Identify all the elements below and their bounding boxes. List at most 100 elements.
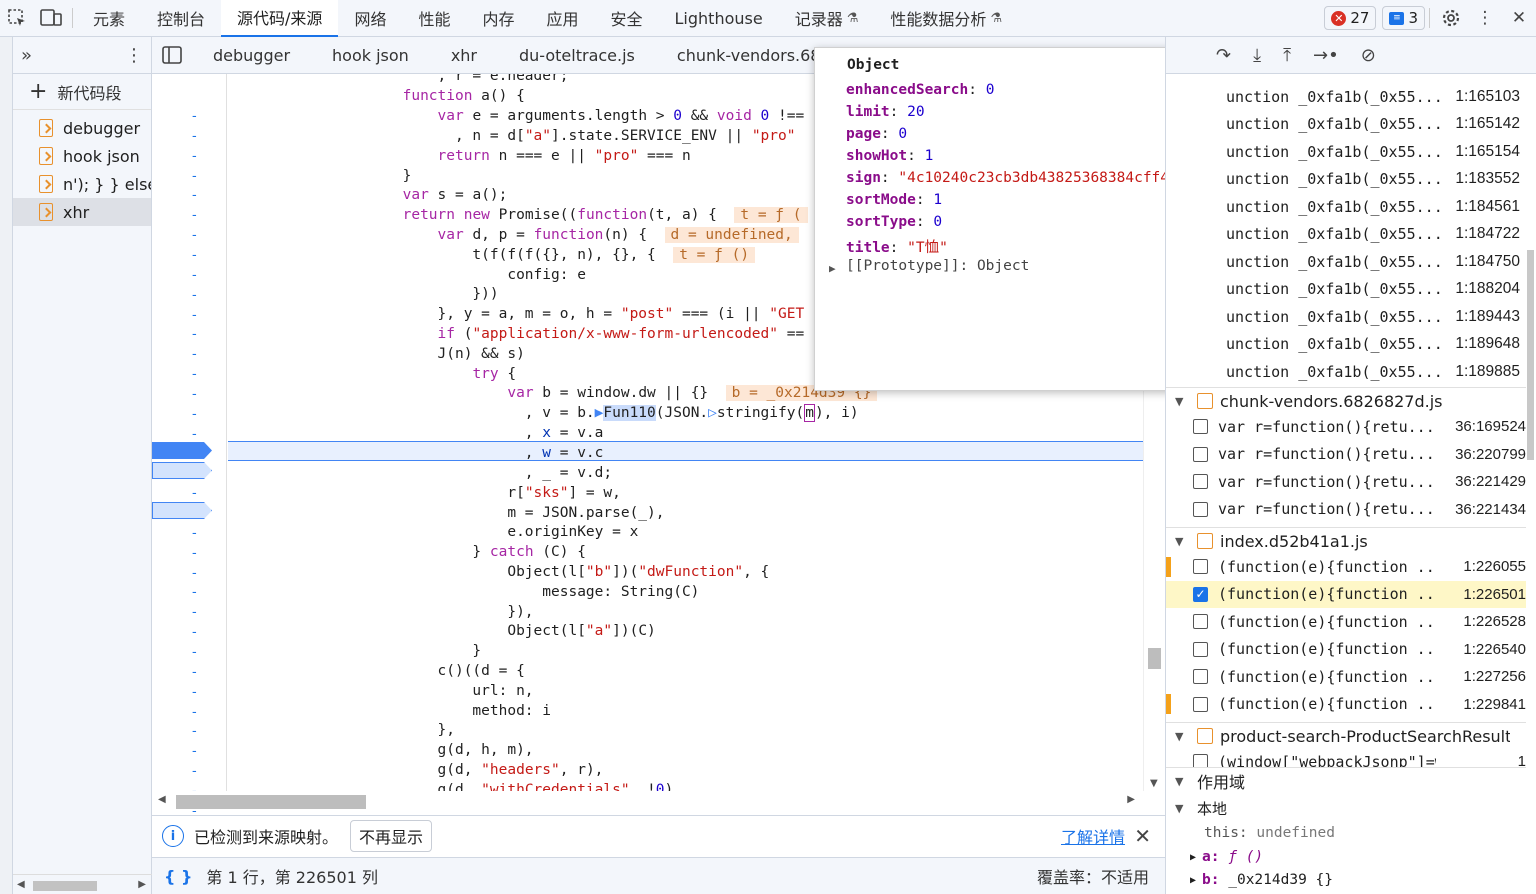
error-count-badge[interactable]: ✕ 27: [1324, 6, 1377, 30]
popover-property[interactable]: enhancedSearch: 0: [846, 82, 994, 98]
scroll-left-icon[interactable]: ◀: [17, 879, 25, 890]
close-icon[interactable]: ✕: [1134, 824, 1151, 848]
gutter-line-marker[interactable]: -: [192, 605, 202, 620]
step-icon[interactable]: →•: [1313, 45, 1339, 66]
call-frame[interactable]: unction _0xfa1b(_0x55... 1:184722: [1226, 221, 1520, 248]
breakpoint-item[interactable]: var r=function(){retu... 36:220799: [1166, 441, 1526, 468]
breakpoint-marker[interactable]: [152, 442, 212, 459]
gutter-line-marker[interactable]: -: [192, 327, 202, 342]
breakpoint-item[interactable]: var r=function(){retu... 36:221429: [1166, 468, 1526, 495]
sidebar-scrollbar[interactable]: [1524, 74, 1536, 894]
breakpoint-file-group[interactable]: ▼ index.d52b41a1.js: [1166, 527, 1526, 554]
editor-horizontal-scrollbar[interactable]: ◀ ▶: [152, 791, 1143, 811]
breakpoint-checkbox[interactable]: [1193, 669, 1208, 684]
breakpoint-item[interactable]: ✓ (function(e){function ... 1:226501: [1166, 580, 1526, 608]
tab-memory[interactable]: 内存: [466, 0, 530, 37]
gutter-line-marker[interactable]: -: [192, 288, 202, 303]
popover-property[interactable]: limit: 20: [846, 104, 925, 120]
gutter-line-marker[interactable]: -: [192, 764, 202, 779]
tab-performance[interactable]: 性能: [402, 0, 466, 37]
call-frame[interactable]: unction _0xfa1b(_0x55... 1:189648: [1226, 331, 1520, 358]
gutter-line-marker[interactable]: -: [192, 625, 202, 640]
tab-performance-insights[interactable]: 性能数据分析 ⚗: [874, 0, 1018, 37]
breakpoint-item[interactable]: (function(e){function ... 1:226528: [1166, 608, 1526, 635]
breakpoint-item[interactable]: (function(e){function ... 1:226540: [1166, 636, 1526, 663]
gutter-line-marker[interactable]: -: [192, 387, 202, 402]
breakpoint-checkbox[interactable]: [1193, 501, 1208, 517]
gutter-line-marker[interactable]: -: [192, 526, 202, 541]
gutter-line-marker[interactable]: -: [192, 645, 202, 660]
popover-property[interactable]: sortMode: 1: [846, 192, 942, 208]
gutter-line-marker[interactable]: -: [192, 208, 202, 223]
scroll-down-icon[interactable]: ▼: [1150, 778, 1158, 789]
pretty-print-icon[interactable]: { }: [164, 867, 192, 886]
scroll-right-icon[interactable]: ▶: [138, 879, 146, 890]
gutter-line-marker[interactable]: -: [192, 308, 202, 323]
close-devtools-icon[interactable]: ✕: [1502, 0, 1536, 36]
scrollbar-thumb[interactable]: [176, 795, 366, 809]
new-snippet-button[interactable]: + 新代码段: [13, 74, 151, 110]
inspect-element-icon[interactable]: [0, 0, 34, 36]
breakpoint-checkbox[interactable]: ✓: [1193, 586, 1208, 602]
tab-elements[interactable]: 元素: [77, 0, 141, 37]
breakpoint-checkbox[interactable]: [1193, 446, 1208, 462]
settings-gear-icon[interactable]: [1434, 0, 1468, 36]
popover-property[interactable]: showHot: 1: [846, 148, 933, 164]
gutter-line-marker[interactable]: -: [192, 129, 202, 144]
editor-tab[interactable]: debugger: [192, 37, 311, 73]
gutter-line-marker[interactable]: -: [192, 268, 202, 283]
tab-lighthouse[interactable]: Lighthouse: [659, 0, 779, 37]
breakpoint-marker[interactable]: [152, 502, 212, 519]
breakpoint-item[interactable]: (function(e){function ... 1:226055: [1166, 553, 1526, 580]
gutter-line-marker[interactable]: -: [192, 546, 202, 561]
call-frame[interactable]: unction _0xfa1b(_0x55... 1:165103: [1226, 83, 1520, 110]
editor-tab[interactable]: xhr: [430, 37, 498, 73]
breakpoint-marker[interactable]: [152, 462, 212, 479]
breakpoint-checkbox[interactable]: [1193, 641, 1208, 657]
snippet-item[interactable]: n'); } } else i: [13, 170, 151, 198]
gutter-line-marker[interactable]: -: [192, 427, 202, 442]
scrollbar-thumb[interactable]: [33, 881, 97, 891]
navigator-menu-icon[interactable]: ⋮: [125, 45, 143, 66]
expand-triangle-icon[interactable]: ▶: [829, 262, 836, 275]
breakpoint-file-group[interactable]: ▼ chunk-vendors.6826827d.js: [1166, 387, 1526, 414]
scrollbar-thumb[interactable]: [1148, 648, 1161, 669]
call-frame[interactable]: unction _0xfa1b(_0x55... 1:184750: [1226, 248, 1520, 275]
scrollbar-thumb[interactable]: [1527, 250, 1534, 460]
gutter-line-marker[interactable]: -: [192, 724, 202, 739]
gutter-line-marker[interactable]: -: [192, 665, 202, 680]
scroll-left-icon[interactable]: ◀: [158, 794, 166, 805]
scope-local-header[interactable]: ▼ 本地: [1166, 796, 1526, 820]
call-frame[interactable]: unction _0xfa1b(_0x55... 1:165154: [1226, 138, 1520, 165]
breakpoint-checkbox[interactable]: [1193, 419, 1208, 434]
dont-show-again-button[interactable]: 不再显示: [350, 820, 433, 852]
editor-tab[interactable]: du-oteltrace.js: [498, 37, 656, 73]
call-frame[interactable]: unction _0xfa1b(_0x55... 1:189885: [1226, 358, 1520, 385]
learn-more-link[interactable]: 了解详情: [1061, 824, 1125, 848]
gutter-line-marker[interactable]: -: [192, 347, 202, 362]
tab-network[interactable]: 网络: [338, 0, 402, 37]
snippet-item[interactable]: hook json: [13, 142, 151, 170]
tab-console[interactable]: 控制台: [141, 0, 221, 37]
tab-recorder[interactable]: 记录器 ⚗: [779, 0, 875, 37]
gutter-line-marker[interactable]: -: [192, 407, 202, 422]
gutter-line-marker[interactable]: -: [192, 169, 202, 184]
gutter-line-marker[interactable]: -: [192, 585, 202, 600]
tab-security[interactable]: 安全: [595, 0, 659, 37]
gutter-line-marker[interactable]: -: [192, 486, 202, 501]
popover-property[interactable]: sortType: 0: [846, 214, 942, 230]
gutter-line-marker[interactable]: -: [192, 228, 202, 243]
tab-sources[interactable]: 源代码/来源: [221, 0, 339, 37]
editor-tab[interactable]: hook json: [311, 37, 430, 73]
gutter-line-marker[interactable]: -: [192, 149, 202, 164]
breakpoint-checkbox[interactable]: [1193, 614, 1208, 629]
popover-property[interactable]: page: 0: [846, 126, 907, 142]
prototype-row[interactable]: [[Prototype]]: Object: [846, 258, 1029, 274]
call-frame[interactable]: unction _0xfa1b(_0x55... 1:183552: [1226, 166, 1520, 193]
step-out-icon[interactable]: ⤒: [1283, 45, 1291, 66]
step-over-icon[interactable]: ↷: [1216, 45, 1231, 66]
scope-header[interactable]: ▼ 作用域: [1166, 767, 1526, 794]
deactivate-breakpoints-icon[interactable]: ⊘: [1361, 45, 1376, 66]
breakpoint-item[interactable]: var r=function(){retu... 36:169524: [1166, 413, 1526, 440]
line-number-gutter[interactable]: ------------------------------------: [152, 74, 227, 819]
